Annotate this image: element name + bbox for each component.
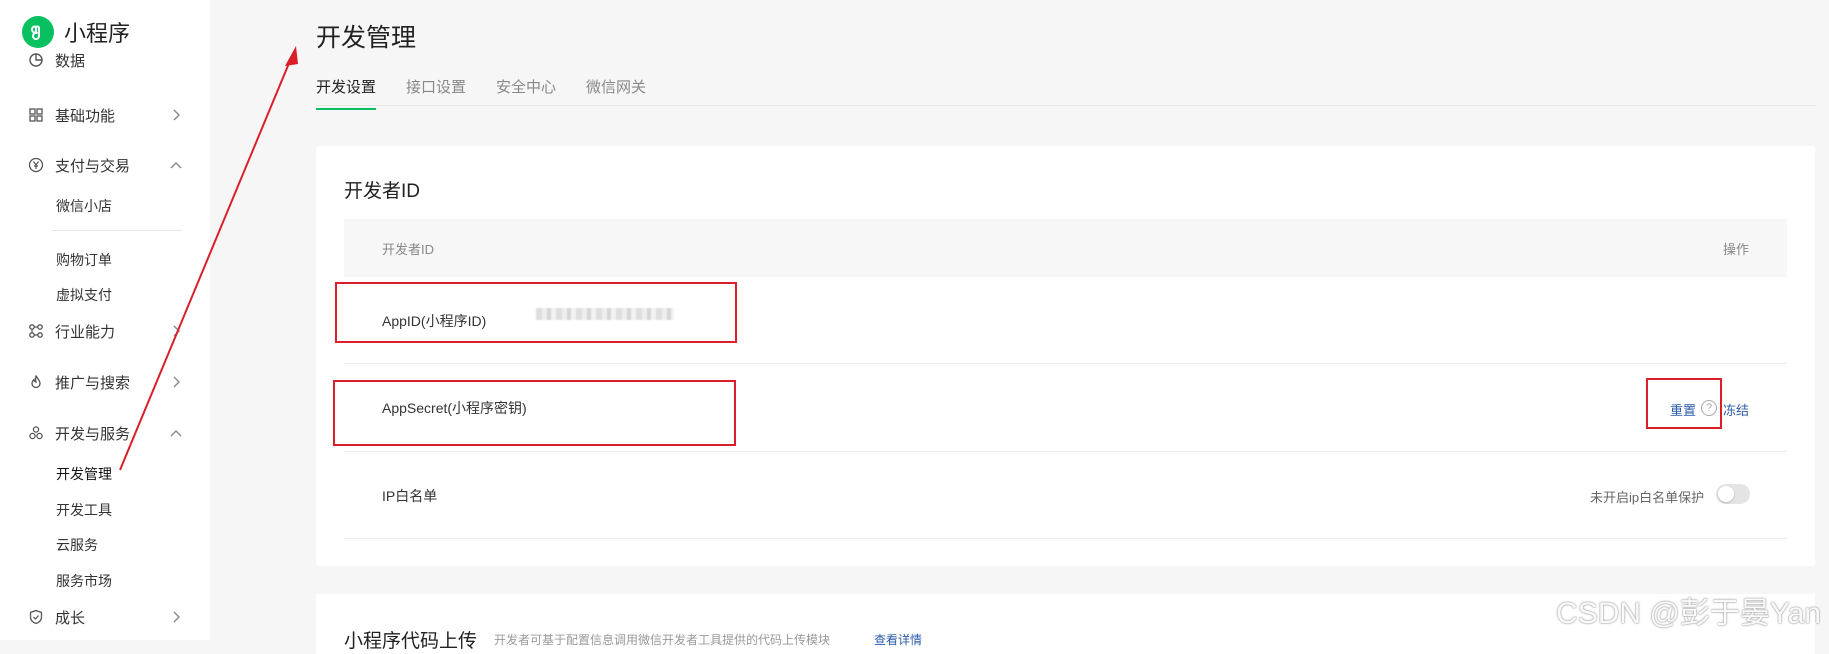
sidebar-item-payment[interactable]: 支付与交易: [26, 152, 196, 178]
highlight-appid: [335, 282, 737, 343]
sidebar-item-growth[interactable]: 成长: [26, 604, 196, 630]
sidebar-subitem-dev-tools[interactable]: 开发工具: [56, 500, 112, 520]
chart-icon: [26, 52, 46, 70]
sidebar-subitem-market[interactable]: 服务市场: [56, 571, 112, 591]
sidebar-item-data[interactable]: 数据: [26, 52, 196, 74]
sidebar-subitem-cloud[interactable]: 云服务: [56, 535, 98, 555]
ip-whitelist-label: IP白名单: [382, 488, 438, 504]
chevron-right-icon: [166, 105, 186, 125]
sidebar-item-label: 推广与搜索: [55, 374, 131, 392]
divider: [344, 363, 1787, 364]
sidebar-subitem-virtual-pay[interactable]: 虚拟支付: [56, 285, 112, 305]
column-header-operation: 操作: [1722, 242, 1749, 257]
yen-icon: [26, 155, 46, 175]
divider: [316, 105, 1816, 106]
sidebar-item-industry[interactable]: 行业能力: [26, 318, 196, 344]
brand[interactable]: 小程序: [22, 16, 130, 48]
sidebar-item-label: 数据: [55, 52, 86, 70]
developer-id-card: 开发者ID 开发者ID 操作 AppID(小程序ID) AppSecret(小程…: [316, 146, 1815, 566]
page-title: 开发管理: [316, 24, 417, 52]
brand-title: 小程序: [64, 21, 131, 46]
sidebar-subitem-dev-management[interactable]: 开发管理: [56, 464, 112, 484]
highlight-appsecret: [333, 380, 736, 446]
section-title: 开发者ID: [344, 181, 421, 202]
table-header: 开发者ID 操作: [344, 219, 1787, 277]
sidebar-item-label: 成长: [55, 609, 86, 627]
grid-icon: [26, 105, 46, 125]
sidebar: 小程序 数据 基础功能 支付与交易 微信小店 购物订单 虚拟支付 行业能力 推广…: [0, 0, 210, 640]
ip-whitelist-status: 未开启ip白名单保护: [1590, 490, 1705, 505]
shield-icon: [26, 607, 46, 627]
chevron-right-icon: [166, 321, 186, 341]
miniprogram-logo-icon: [22, 16, 54, 48]
chevron-right-icon: [166, 372, 186, 392]
watermark: CSDN @彭于晏Yan: [1556, 597, 1821, 630]
highlight-reset: [1646, 378, 1722, 429]
chevron-up-icon: [166, 423, 186, 443]
divider: [344, 451, 1787, 452]
sidebar-subitem-orders[interactable]: 购物订单: [56, 250, 112, 270]
chevron-right-icon: [166, 607, 186, 627]
sidebar-item-label: 基础功能: [55, 107, 116, 125]
sidebar-item-label: 开发与服务: [55, 425, 131, 443]
chevron-up-icon: [166, 155, 186, 175]
sidebar-item-promotion[interactable]: 推广与搜索: [26, 369, 196, 395]
cluster-icon: [26, 423, 46, 443]
sidebar-item-basic[interactable]: 基础功能: [26, 102, 196, 128]
divider: [52, 230, 182, 231]
divider: [344, 538, 1787, 539]
flame-icon: [26, 372, 46, 392]
column-header-id: 开发者ID: [382, 242, 435, 257]
sidebar-item-label: 支付与交易: [55, 157, 131, 175]
sidebar-subitem-shop[interactable]: 微信小店: [56, 196, 112, 216]
ip-whitelist-toggle[interactable]: [1716, 484, 1750, 504]
freeze-secret-button[interactable]: 冻结: [1723, 400, 1749, 419]
sidebar-item-label: 行业能力: [55, 323, 116, 341]
sidebar-item-dev-services[interactable]: 开发与服务: [26, 420, 196, 446]
nodes-icon: [26, 321, 46, 341]
